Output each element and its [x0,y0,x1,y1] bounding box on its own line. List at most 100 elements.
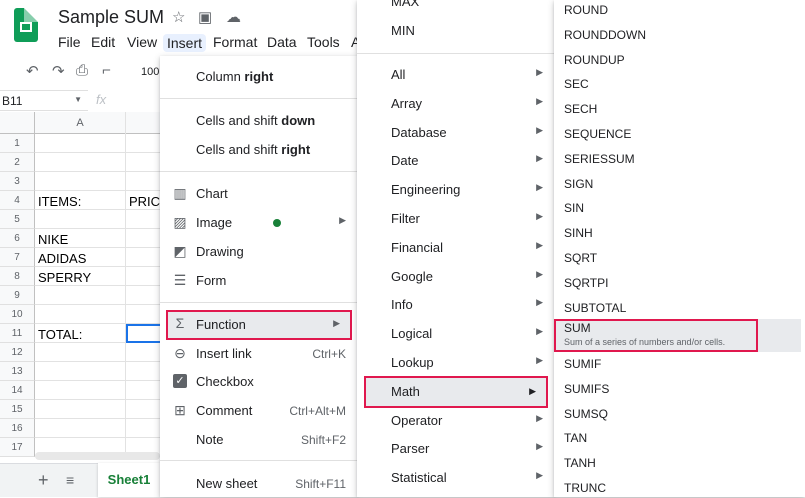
function-sinh[interactable]: SINH [564,226,593,240]
insert-comment[interactable]: ⊞ Comment Ctrl+Alt+M [160,397,358,425]
row-header[interactable]: 4 [0,191,35,210]
function-category-google[interactable]: Google ▶ [357,263,555,291]
function-category-statistical[interactable]: Statistical ▶ [357,464,555,492]
cell-a4[interactable]: ITEMS: [38,194,81,209]
function-sumif[interactable]: SUMIF [564,357,601,371]
select-all-corner[interactable] [0,112,35,134]
function-max[interactable]: MAX [357,0,555,16]
row-header[interactable]: 5 [0,210,35,229]
cell-a11[interactable]: TOTAL: [38,327,82,342]
function-category-info[interactable]: Info ▶ [357,291,555,319]
row-header[interactable]: 8 [0,267,35,286]
function-category-logical[interactable]: Logical ▶ [357,320,555,348]
function-category-database[interactable]: Database ▶ [357,119,555,147]
function-category-all[interactable]: All ▶ [357,61,555,89]
insert-column-right[interactable]: Column right [160,63,358,91]
function-category-engineering[interactable]: Engineering ▶ [357,176,555,204]
grid-row[interactable] [35,286,165,305]
row-header[interactable]: 2 [0,153,35,172]
grid-row[interactable] [35,134,165,153]
row-header[interactable]: 17 [0,438,35,457]
grid-row[interactable] [35,153,165,172]
insert-new-sheet[interactable]: New sheet Shift+F11 [160,470,358,498]
function-tanh[interactable]: TANH [564,456,596,470]
menu-data[interactable]: Data [267,34,297,50]
sheets-logo-icon[interactable] [14,8,38,42]
function-sin[interactable]: SIN [564,201,584,215]
paint-format-icon[interactable]: ⌐ [102,62,111,79]
function-category-date[interactable]: Date ▶ [357,147,555,175]
cell-a8[interactable]: SPERRY [38,270,91,285]
insert-drawing[interactable]: ◩ Drawing [160,238,358,266]
grid-row[interactable] [35,419,165,438]
row-header[interactable]: 11 [0,324,35,343]
grid-row[interactable] [35,362,165,381]
grid-row[interactable] [35,400,165,419]
function-sequence[interactable]: SEQUENCE [564,127,631,141]
menu-view[interactable]: View [127,34,157,50]
menu-insert[interactable]: Insert [163,34,207,52]
move-folder-icon[interactable]: ▣ [198,8,212,26]
function-min[interactable]: MIN [357,17,555,45]
function-sqrt[interactable]: SQRT [564,251,597,265]
function-subtotal[interactable]: SUBTOTAL [564,301,626,315]
zoom-select[interactable]: 100 [141,66,159,78]
function-category-lookup[interactable]: Lookup ▶ [357,349,555,377]
function-sumsq[interactable]: SUMSQ [564,407,608,421]
row-header[interactable]: 14 [0,381,35,400]
function-sign[interactable]: SIGN [564,177,593,191]
grid-row[interactable] [35,343,165,362]
function-sqrtpi[interactable]: SQRTPI [564,276,608,290]
grid-row[interactable] [35,172,165,191]
sheet-tab[interactable]: Sheet1 [98,463,160,497]
menu-file[interactable]: File [58,34,81,50]
function-round[interactable]: ROUND [564,3,608,17]
function-category-operator[interactable]: Operator ▶ [357,407,555,435]
insert-link[interactable]: ⊖ Insert link Ctrl+K [160,340,358,368]
function-category-financial[interactable]: Financial ▶ [357,234,555,262]
function-category-filter[interactable]: Filter ▶ [357,205,555,233]
insert-note[interactable]: Note Shift+F2 [160,426,358,454]
row-header[interactable]: 1 [0,134,35,153]
grid-row[interactable] [35,210,165,229]
document-title[interactable]: Sample SUM [58,7,164,28]
name-box[interactable]: B11 ▼ [0,90,88,111]
print-icon[interactable]: ⎙ [76,62,88,79]
column-header-a[interactable]: A [35,112,126,134]
grid-row[interactable] [35,305,165,324]
add-sheet-icon[interactable]: + [38,470,49,491]
insert-image[interactable]: ▨ Image ▶ [160,209,358,237]
function-sec[interactable]: SEC [564,77,589,91]
all-sheets-icon[interactable]: ≡ [66,472,74,488]
function-sum[interactable]: SUM Sum of a series of numbers and/or ce… [554,319,758,352]
row-header[interactable]: 16 [0,419,35,438]
menu-format[interactable]: Format [213,34,257,50]
row-header[interactable]: 15 [0,400,35,419]
selected-cell-b11[interactable] [126,324,162,343]
row-header[interactable]: 7 [0,248,35,267]
horizontal-scrollbar[interactable] [35,452,160,460]
grid-row[interactable] [35,381,165,400]
row-header[interactable]: 9 [0,286,35,305]
function-tan[interactable]: TAN [564,431,587,445]
insert-cells-shift-right[interactable]: Cells and shift right [160,136,358,164]
row-header[interactable]: 10 [0,305,35,324]
function-sech[interactable]: SECH [564,102,597,116]
row-header[interactable]: 12 [0,343,35,362]
function-roundup[interactable]: ROUNDUP [564,53,625,67]
insert-form[interactable]: ☰ Form [160,267,358,295]
cell-a6[interactable]: NIKE [38,232,68,247]
function-trunc[interactable]: TRUNC [564,481,606,495]
menu-edit[interactable]: Edit [91,34,115,50]
function-rounddown[interactable]: ROUNDDOWN [564,28,646,42]
undo-icon[interactable]: ↶ [26,62,39,80]
cell-a7[interactable]: ADIDAS [38,251,86,266]
function-category-math[interactable]: Math ▶ [364,375,548,408]
row-header[interactable]: 13 [0,362,35,381]
function-sumifs[interactable]: SUMIFS [564,382,609,396]
menu-tools[interactable]: Tools [307,34,340,50]
redo-icon[interactable]: ↷ [52,62,65,80]
insert-function[interactable]: Σ Function ▶ [166,310,352,340]
insert-cells-shift-down[interactable]: Cells and shift down [160,107,358,135]
row-header[interactable]: 6 [0,229,35,248]
